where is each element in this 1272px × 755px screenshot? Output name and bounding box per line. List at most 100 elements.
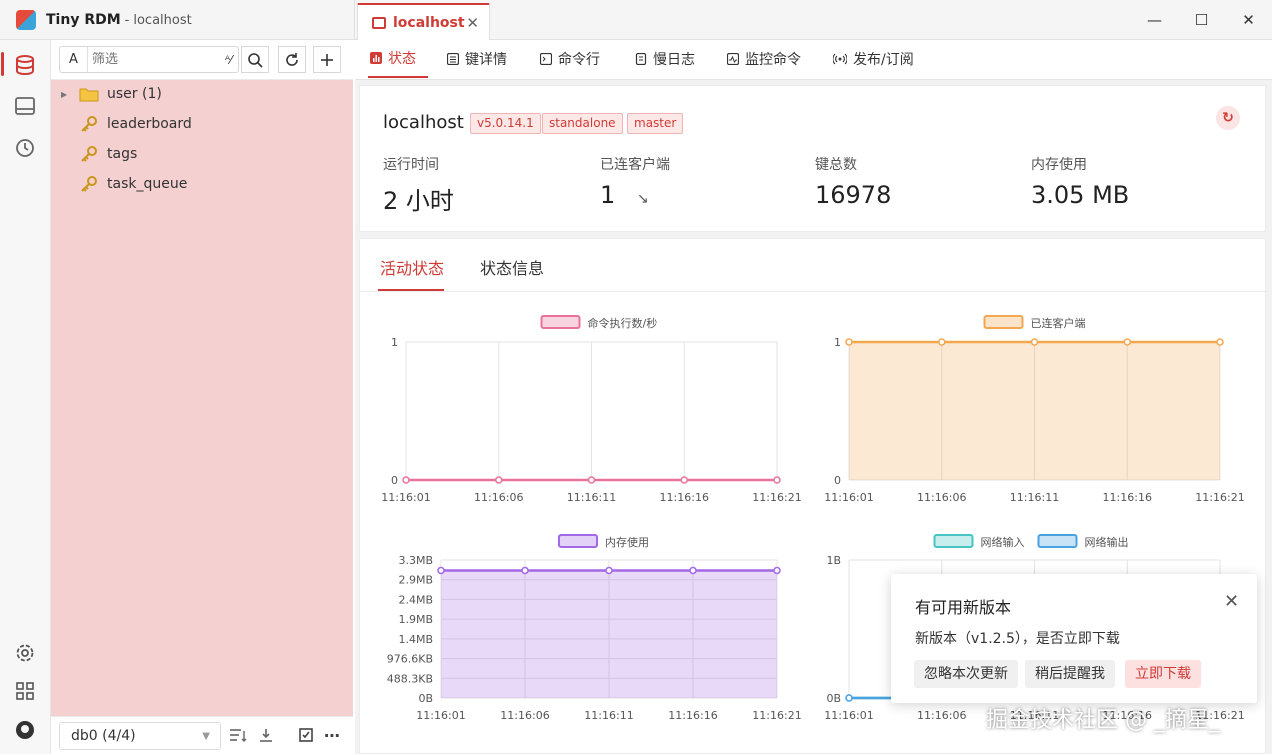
- refresh-button[interactable]: [278, 46, 306, 73]
- tree-item[interactable]: tags: [51, 140, 353, 168]
- tree-item-label: user (1): [107, 86, 162, 102]
- remind-later-button[interactable]: 稍后提醒我: [1025, 660, 1115, 688]
- data-point: [938, 338, 946, 346]
- settings-icon[interactable]: [12, 640, 38, 666]
- minimize-button[interactable]: —: [1131, 0, 1178, 40]
- close-icon[interactable]: ✕: [1224, 591, 1239, 612]
- add-key-button[interactable]: [313, 46, 341, 73]
- expand-arrow-icon[interactable]: ▶: [61, 90, 67, 99]
- download-now-button[interactable]: 立即下载: [1125, 660, 1201, 688]
- memory-label: 内存使用: [1031, 157, 1087, 173]
- tab-pubsub[interactable]: 发布/订阅: [833, 40, 914, 78]
- connection-tab[interactable]: localhost ✕: [357, 3, 490, 41]
- data-point: [773, 566, 781, 575]
- x-tick-label: 11:16:06: [474, 491, 523, 504]
- y-tick-label: 1: [391, 336, 398, 349]
- tab-key-detail[interactable]: 键详情: [447, 40, 507, 78]
- key-icon: [79, 145, 99, 163]
- y-tick-label: 0B: [418, 692, 433, 705]
- y-tick-label: 976.6KB: [387, 653, 433, 666]
- log-icon[interactable]: [12, 93, 38, 119]
- detail-icon: [447, 53, 459, 65]
- x-tick-label: 11:16:21: [752, 491, 801, 504]
- keys-label: 键总数: [815, 157, 857, 173]
- y-tick-label: 1.4MB: [398, 633, 433, 646]
- tree-item[interactable]: ▶ user (1): [51, 80, 353, 108]
- tab-cli[interactable]: 命令行: [540, 40, 600, 78]
- tab-label: 监控命令: [745, 52, 801, 68]
- active-indicator: [1, 52, 4, 76]
- filter-type-button[interactable]: A: [60, 47, 88, 72]
- database-select[interactable]: db0 (4/4) ▼: [59, 722, 221, 750]
- data-point: [845, 694, 853, 702]
- history-icon[interactable]: [12, 135, 38, 161]
- y-tick-label: 0B: [826, 692, 841, 705]
- database-icon[interactable]: [12, 52, 38, 78]
- plus-icon: [321, 53, 333, 66]
- apps-icon[interactable]: [12, 678, 38, 704]
- y-tick-label: 3.3MB: [398, 554, 433, 567]
- github-icon[interactable]: [12, 717, 38, 743]
- app-title-separator: -: [124, 12, 130, 28]
- data-point: [845, 338, 853, 346]
- x-tick-label: 11:16:11: [1010, 491, 1059, 504]
- y-tick-label: 2.9MB: [398, 574, 433, 587]
- tab-label: 发布/订阅: [853, 52, 914, 68]
- close-window-button[interactable]: ✕: [1225, 0, 1272, 40]
- key-browser-sidebar: A ᴬ⁄ ▶ user (1) leaderboard tags: [51, 40, 353, 754]
- filter-input[interactable]: [88, 52, 208, 67]
- filter-field[interactable]: A ᴬ⁄: [59, 46, 239, 73]
- more-icon[interactable]: ⋯: [323, 726, 341, 745]
- tab-label: 慢日志: [653, 52, 695, 68]
- trend-down-icon: ↘: [636, 191, 649, 207]
- import-icon[interactable]: [257, 726, 275, 744]
- mode-badge: standalone: [542, 113, 623, 134]
- keys-value: 16978: [815, 181, 892, 209]
- ignore-update-button[interactable]: 忽略本次更新: [914, 660, 1018, 688]
- tree-item[interactable]: leaderboard: [51, 110, 353, 138]
- role-badge: master: [627, 113, 684, 134]
- x-tick-label: 11:16:01: [416, 709, 465, 722]
- sort-icon[interactable]: [229, 726, 247, 744]
- legend-swatch: [540, 315, 581, 329]
- app-logo-icon: [16, 10, 36, 30]
- y-tick-label: 1.9MB: [398, 613, 433, 626]
- server-icon: [372, 17, 386, 29]
- y-tick-label: 0: [391, 474, 398, 487]
- data-point: [495, 476, 503, 484]
- folder-icon: [79, 85, 99, 103]
- server-host: localhost: [383, 112, 464, 133]
- data-point: [521, 566, 529, 575]
- tab-slow-log[interactable]: 慢日志: [635, 40, 695, 78]
- database-select-value: db0 (4/4): [71, 728, 136, 744]
- tree-item-label: leaderboard: [107, 116, 192, 132]
- refresh-icon: [286, 52, 298, 66]
- match-case-icon[interactable]: ᴬ⁄: [225, 53, 232, 67]
- data-point: [773, 476, 781, 484]
- auto-refresh-button[interactable]: ↻: [1216, 106, 1240, 130]
- tree-item[interactable]: task_queue: [51, 170, 353, 198]
- app-title-area: Tiny RDM - localhost: [0, 0, 355, 40]
- x-tick-label: 11:16:06: [500, 709, 549, 722]
- search-button[interactable]: [241, 46, 269, 73]
- data-point: [587, 476, 596, 484]
- tab-monitor[interactable]: 监控命令: [727, 40, 801, 78]
- x-tick-label: 11:16:11: [584, 709, 633, 722]
- tab-label: 命令行: [558, 52, 600, 68]
- checkbox-icon[interactable]: [297, 726, 315, 744]
- series-area: [849, 342, 1220, 480]
- x-tick-label: 11:16:21: [1195, 491, 1244, 504]
- x-tick-label: 11:16:21: [752, 709, 801, 722]
- data-point: [605, 566, 613, 575]
- tab-label: 状态: [388, 51, 416, 67]
- maximize-button[interactable]: ☐: [1178, 0, 1225, 40]
- data-point: [680, 476, 688, 484]
- sidebar-footer: db0 (4/4) ▼ ⋯: [51, 716, 353, 754]
- terminal-icon: [540, 53, 552, 65]
- series-area: [441, 570, 777, 698]
- x-tick-label: 11:16:16: [660, 491, 709, 504]
- close-tab-icon[interactable]: ✕: [466, 14, 479, 32]
- tree-item-label: task_queue: [107, 176, 188, 192]
- tab-status[interactable]: 状态: [368, 40, 428, 78]
- clients-value: 1: [600, 181, 616, 209]
